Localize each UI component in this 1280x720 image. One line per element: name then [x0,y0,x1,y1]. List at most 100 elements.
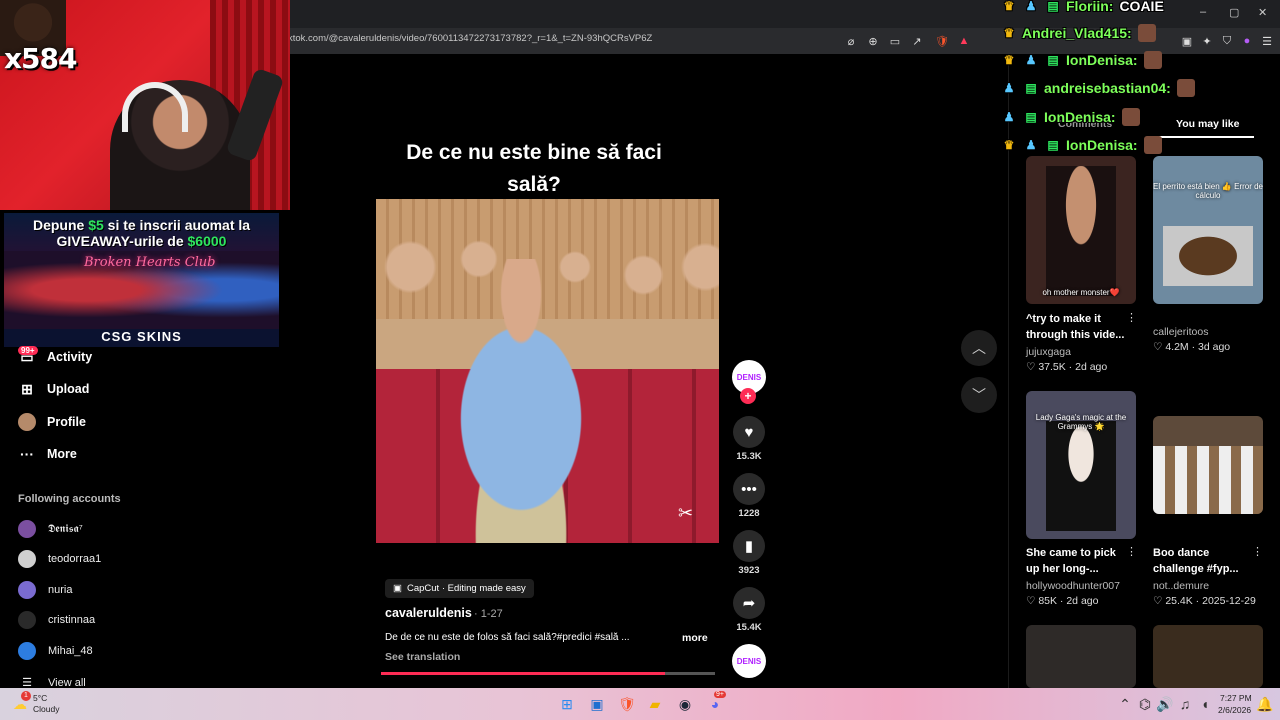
more-options-icon[interactable]: ⋮ [1126,311,1137,324]
following-account[interactable]: teodorraa1 [18,549,101,569]
shield-icon[interactable]: ⛉ [1218,32,1236,50]
no-tracking-icon[interactable]: ⌀ [842,32,860,50]
more-options-icon[interactable]: ⋮ [1252,545,1263,558]
reading-icon[interactable]: ▣ [1178,32,1196,50]
crown-icon: ♛ [1003,138,1015,152]
wallet-icon[interactable]: ● [1238,32,1256,50]
card-title[interactable]: Boo dance challenge #fyp... [1153,545,1257,577]
start-icon[interactable]: ⊞ [556,693,578,715]
capcut-tag[interactable]: ▣ CapCut · Editing made easy [385,579,534,598]
avatar [18,581,36,599]
upload-icon: ⊞ [21,380,33,397]
extensions-icon[interactable]: ✦ [1198,32,1216,50]
url-text[interactable]: ktok.com/@cavaleruldenis/video/760011347… [288,33,652,44]
more-icon: ··· [20,446,34,462]
chat-message: ♟ ▤ andreisebastian04: [1000,78,1195,98]
speaker-icon[interactable]: ◖ [1194,693,1216,715]
headset-tray-icon[interactable]: ♫ [1174,693,1196,715]
chat-message: ♛ ♟ ▤ IonDenisa: [1000,135,1162,155]
card-stats: ♡ 37.5K · 2d ago [1026,361,1108,373]
video-description: De de ce nu este de folos să faci sală?#… [385,632,630,643]
cast-icon[interactable]: ▭ [886,32,904,50]
sidebar-item-activity[interactable]: ▭ Activity [18,346,92,368]
brave-shield-icon[interactable]: 🛡 [933,32,951,50]
following-account[interactable]: nuria [18,580,72,600]
rewards-icon[interactable]: ▲ [955,32,973,50]
share-icon[interactable]: ↗ [908,32,926,50]
crown-icon: ♛ [1003,0,1015,13]
steam-icon[interactable]: ◉ [674,693,696,715]
close-button[interactable]: ✕ [1258,6,1267,19]
following-account[interactable]: Mihai_48 [18,641,93,661]
avatar [18,550,36,568]
card-author[interactable]: hollywoodhunter007 [1026,580,1120,592]
sidebar-item-more[interactable]: ··· More [18,443,77,465]
previous-video-button[interactable]: ︿ [961,330,997,366]
like-button[interactable]: ♥ 15.3K [732,416,766,462]
emote-icon [1176,79,1195,97]
giveaway-banner: Depune $5 si te inscrii auomat la GIVEAW… [4,213,279,347]
weather-desc: Cloudy [33,704,60,714]
card-author[interactable]: callejeritoos [1153,326,1208,338]
save-button[interactable]: ▮ 3923 [732,530,766,576]
post-date: · 1-27 [474,608,503,620]
windows-taskbar [0,688,1280,720]
recommended-thumbnail[interactable]: El perrito está bien 👍 Error de cálculo [1153,156,1263,304]
music-disc-avatar[interactable]: DENIS [732,644,766,678]
bot-badge-icon: ♟ [1025,53,1037,67]
emote-icon [1143,136,1162,154]
video-progress-bar[interactable] [381,672,715,675]
card-title[interactable]: She came to pick up her long-... [1026,545,1130,577]
bot-badge-icon: ♟ [1025,138,1037,152]
clock-date[interactable]: 2/6/2026 [1218,705,1251,715]
follow-plus-icon[interactable]: + [740,388,756,404]
zoom-icon[interactable]: ⊕ [864,32,882,50]
gift-badge-icon: ▤ [1025,81,1037,95]
following-account[interactable]: 𝕯𝖊𝖓𝖎𝖘𝖆⁷ [18,519,83,539]
brave-browser-icon[interactable]: 🛡 [616,693,638,715]
sidebar-item-profile[interactable]: Profile [18,411,86,433]
following-account[interactable]: cristinnaa [18,610,95,630]
gift-badge-icon: ▤ [1047,138,1059,152]
card-title[interactable]: ^try to make it through this vide... [1026,311,1130,343]
clock-time[interactable]: 7:27 PM [1220,693,1252,703]
bookmark-icon: ▮ [733,530,765,562]
more-options-icon[interactable]: ⋮ [1126,545,1137,558]
weather-badge: 1 [21,691,31,701]
recommended-thumbnail[interactable] [1153,416,1263,514]
avatar [18,611,36,629]
comment-button[interactable]: ••• 1228 [732,473,766,519]
video-player[interactable]: ✂ [376,199,719,543]
card-author[interactable]: jujuxgaga [1026,346,1071,358]
recommended-thumbnail[interactable]: Lady Gaga's magic at the Grammys 🌟 [1026,391,1136,539]
more-button[interactable]: more [682,632,708,644]
emote-icon [1143,51,1162,69]
card-author[interactable]: not..demure [1153,580,1209,592]
emote-icon [1121,108,1140,126]
save-count: 3923 [738,565,760,576]
recommended-thumbnail[interactable]: oh mother monster❤️ [1026,156,1136,304]
recommended-thumbnail[interactable] [1026,625,1136,688]
avatar [18,520,36,538]
video-caption: De ce nu este bine să faci sală? [406,141,662,196]
tab-you-may-like[interactable]: You may like [1176,118,1239,130]
comment-icon: ••• [733,473,765,505]
network-icon[interactable]: ⌬ [1134,693,1156,715]
author-name[interactable]: cavaleruldenis [385,606,472,620]
crown-icon: ♛ [1003,53,1015,67]
see-translation-link[interactable]: See translation [385,651,460,663]
recommended-thumbnail[interactable] [1153,625,1263,688]
chat-message: ♛ Andrei_Vlad415: [1000,23,1156,43]
task-view-icon[interactable]: ▣ [586,693,608,715]
notification-icon[interactable]: 🔔 [1254,693,1276,715]
file-explorer-icon[interactable]: ▰ [644,693,666,715]
tray-chevron-icon[interactable]: ⌃ [1114,693,1136,715]
share-button[interactable]: ➦ 15.4K [732,587,766,633]
minimize-button[interactable]: – [1200,6,1206,18]
menu-icon[interactable]: ☰ [1258,32,1276,50]
maximize-button[interactable]: ▢ [1229,6,1239,19]
sidebar-item-upload[interactable]: ⊞ Upload [18,378,89,400]
gift-badge-icon: ▤ [1047,0,1059,13]
next-video-button[interactable]: ﹀ [961,377,997,413]
volume-icon[interactable]: 🔊 [1154,693,1176,715]
